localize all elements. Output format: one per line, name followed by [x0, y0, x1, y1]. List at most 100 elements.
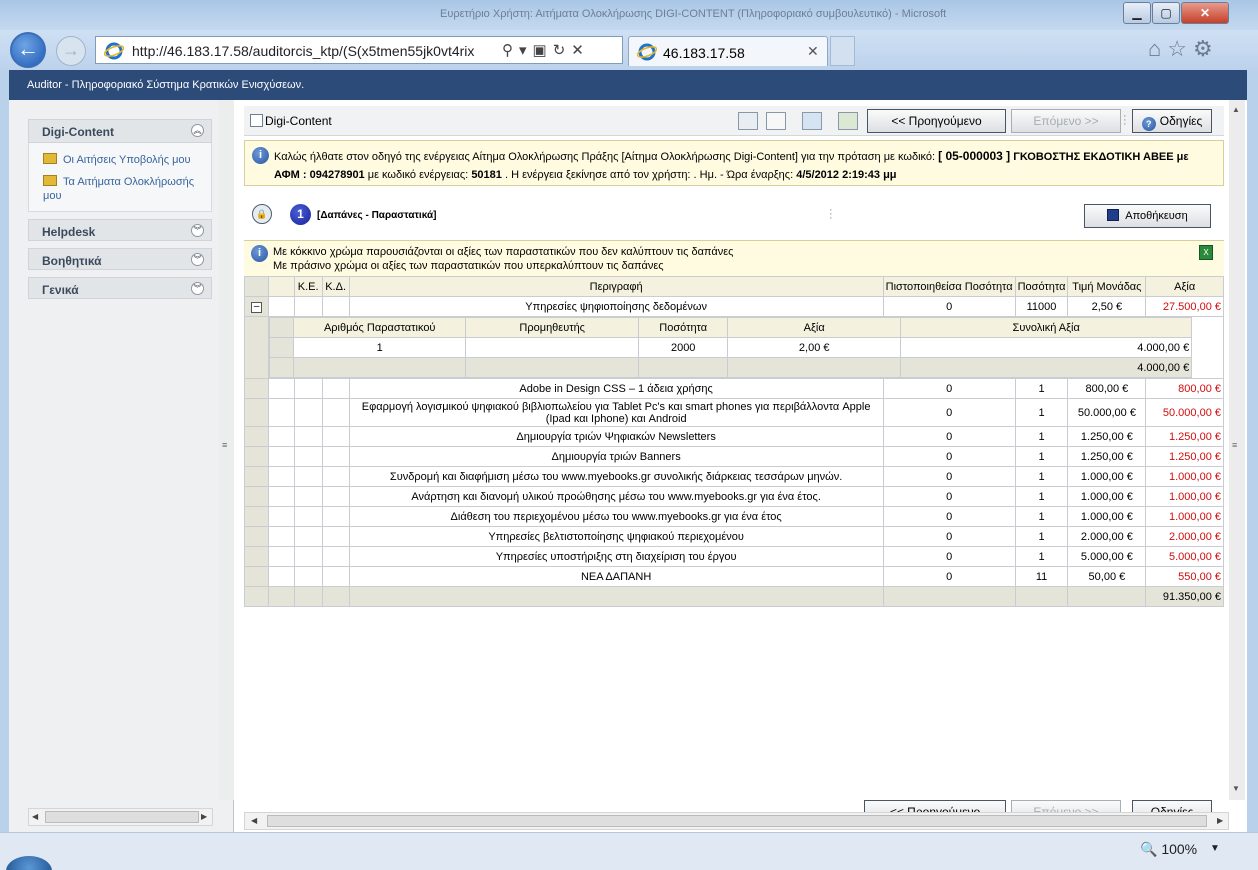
maximize-button[interactable]: ▢: [1152, 2, 1180, 24]
gear-icon[interactable]: ⚙: [1193, 36, 1219, 61]
table-row[interactable]: Υπηρεσίες βελτιστοποίησης ψηφιακού περιε…: [243, 526, 1224, 547]
scroll-left-icon[interactable]: ◀: [32, 812, 38, 821]
header-qty[interactable]: Ποσότητα: [1014, 276, 1069, 297]
stop-icon[interactable]: ✕: [571, 42, 590, 59]
unit-price-cell: 800,00 €: [1067, 378, 1147, 399]
sidebar-section-general[interactable]: Γενικά ︾: [28, 277, 212, 299]
gutter-cell: [243, 486, 270, 507]
header-certified-qty[interactable]: Πιστοποιηθείσα Ποσότητα: [882, 276, 1016, 297]
table-row[interactable]: Εφαρμογή λογισμικού ψηφιακού βιβλιοπωλεί…: [243, 398, 1224, 427]
table-row[interactable]: Συνδρομή και διαφήμιση μέσω του www.myeb…: [243, 466, 1224, 487]
address-bar[interactable]: http://46.183.17.58/auditorcis_ktp/(S(x5…: [95, 36, 623, 64]
header-unit-price[interactable]: Τιμή Μονάδας: [1067, 276, 1147, 297]
sub-header-qty[interactable]: Ποσότητα: [638, 317, 729, 338]
splitter-grip-icon[interactable]: ≡: [1232, 440, 1237, 450]
browser-tab[interactable]: 46.183.17.58 ✕: [628, 36, 828, 66]
scroll-left-icon[interactable]: ◀: [251, 816, 257, 825]
zoom-dropdown-icon[interactable]: ▼: [1210, 843, 1220, 854]
table-row[interactable]: Υπηρεσίες υποστήριξης στη διαχείριση του…: [243, 546, 1224, 567]
header-description[interactable]: Περιγραφή: [348, 276, 884, 297]
scroll-thumb[interactable]: [267, 815, 1207, 827]
sidebar-section-digi-content[interactable]: Digi-Content ︽: [28, 119, 212, 143]
table-row[interactable]: Δημιουργία τριών Banners 0 1 1.250,00 €1.25…: [243, 446, 1224, 467]
blank-cell: [268, 426, 295, 447]
lock-icon[interactable]: 🔒: [252, 204, 272, 224]
table-row[interactable]: Δημιουργία τριών Ψηφιακών Newsletters 0 1 1…: [243, 426, 1224, 447]
header-ke[interactable]: Κ.Ε.: [293, 276, 323, 297]
section-body: Οι Αιτήσεις Υποβολής μου Τα Αιτήματα Ολο…: [28, 143, 212, 212]
scroll-up-icon[interactable]: ▲: [1232, 105, 1240, 114]
qty-cell: 11: [1014, 566, 1069, 587]
sub-header-supplier[interactable]: Προμηθευτής: [465, 317, 640, 338]
table-row[interactable]: Adobe in Design CSS – 1 άδεια χρήσης 0 1 80…: [243, 378, 1224, 399]
close-window-button[interactable]: ✕: [1181, 2, 1229, 24]
address-url[interactable]: http://46.183.17.58/auditorcis_ktp/(S(x5…: [132, 43, 474, 59]
sidebar-section-helpers[interactable]: Βοηθητικά ︾: [28, 248, 212, 270]
dropdown-icon[interactable]: ▾: [519, 42, 533, 59]
prev-button[interactable]: << Προηγούμενο: [867, 109, 1006, 133]
unit-price-cell: 1.000,00 €: [1067, 506, 1147, 527]
sub-header-total[interactable]: Συνολική Αξία: [900, 317, 1193, 338]
table-row[interactable]: Ανάρτηση και διανομή υλικού προώθησης μέ…: [243, 486, 1224, 507]
form-icon[interactable]: [802, 112, 822, 130]
sidebar-link-applications[interactable]: Οι Αιτήσεις Υποβολής μου: [43, 153, 191, 166]
refresh-icon[interactable]: ↻: [553, 42, 572, 59]
table-row[interactable]: ΝΕΑ ΔΑΠΑΝΗ 0 11 50,00 €550,00 €: [243, 566, 1224, 587]
tab-close-icon[interactable]: ✕: [807, 43, 819, 60]
zoom-level[interactable]: 🔍 100%: [1140, 841, 1197, 858]
table-row[interactable]: Διάθεση του περιεχομένου μέσω του www.my…: [243, 506, 1224, 527]
subgrid-row-1[interactable]: 1 2000 2,00 € 4.000,00 €: [269, 337, 1193, 358]
expand-icon[interactable]: ︾: [191, 253, 204, 266]
expand-icon[interactable]: ︾: [191, 224, 204, 237]
value-cell: 2.000,00 €: [1145, 526, 1224, 547]
ke-cell: [293, 526, 323, 547]
back-button[interactable]: ←: [10, 32, 46, 68]
help-button[interactable]: ? Οδηγίες: [1132, 109, 1212, 133]
expand-icon[interactable]: ︾: [191, 282, 204, 295]
sub-header-number[interactable]: Αριθμός Παραστατικού: [293, 317, 467, 338]
next-button[interactable]: Επόμενο >>: [1011, 109, 1121, 133]
header-kd[interactable]: Κ.Δ.: [321, 276, 350, 297]
address-tools[interactable]: ⚲▾▣↻✕: [502, 41, 590, 59]
sidebar-scrollbar[interactable]: [219, 100, 234, 800]
scroll-thumb[interactable]: [45, 811, 199, 823]
scroll-down-icon[interactable]: ▼: [1232, 784, 1240, 793]
compat-icon[interactable]: ▣: [533, 42, 553, 59]
image-icon[interactable]: [838, 112, 858, 130]
sidebar-hscrollbar[interactable]: ◀ ▶: [28, 808, 213, 826]
table-row-expanded[interactable]: – Υπηρεσίες ψηφιοποίησης δεδομένων 0 110…: [243, 296, 1224, 317]
new-tab-button[interactable]: [830, 36, 855, 66]
footer-cell: [1067, 586, 1147, 607]
gutter-cell: [243, 466, 270, 487]
export-icon[interactable]: [738, 112, 758, 130]
excel-export-icon[interactable]: X: [1199, 245, 1213, 260]
gutter-cell: [243, 546, 270, 567]
collapse-icon[interactable]: ︽: [191, 124, 204, 137]
sub-header-value[interactable]: Αξία: [727, 317, 902, 338]
edit-notes-icon[interactable]: [766, 112, 786, 130]
splitter-grip-icon[interactable]: ≡: [222, 440, 227, 450]
collapse-row-icon[interactable]: –: [251, 302, 263, 313]
certified-cell: 0: [882, 566, 1016, 587]
home-icon[interactable]: ⌂: [1148, 36, 1167, 61]
header-value[interactable]: Αξία: [1145, 276, 1224, 297]
main-scrollbar[interactable]: ▲ ▼: [1229, 100, 1245, 800]
sidebar-section-helpdesk[interactable]: Helpdesk ︾: [28, 219, 212, 241]
kd-cell: [321, 526, 350, 547]
qty-cell: 1: [1014, 506, 1069, 527]
zoom-icon: 🔍: [1140, 841, 1158, 857]
window-title: Ευρετήριο Χρήστη: Αιτήματα Ολοκλήρωσης D…: [440, 8, 947, 20]
minimize-button[interactable]: ▁: [1123, 2, 1151, 24]
scroll-right-icon[interactable]: ▶: [201, 812, 207, 821]
browser-icons: ⌂☆⚙: [1148, 36, 1219, 62]
sidebar-link-completion-requests[interactable]: Τα Αιτήματα Ολοκλήρωσής μου: [43, 175, 203, 203]
certified-cell: 0: [882, 466, 1016, 487]
value-cell: 5.000,00 €: [1145, 546, 1224, 567]
main-hscrollbar[interactable]: ◀ ▶: [244, 812, 1229, 830]
search-icon[interactable]: ⚲: [502, 42, 519, 59]
forward-button[interactable]: →: [56, 36, 86, 66]
favorites-star-icon[interactable]: ☆: [1167, 36, 1193, 61]
save-button[interactable]: Αποθήκευση: [1084, 204, 1211, 228]
scroll-right-icon[interactable]: ▶: [1217, 816, 1223, 825]
unit-price-cell: 50.000,00 €: [1067, 398, 1147, 427]
